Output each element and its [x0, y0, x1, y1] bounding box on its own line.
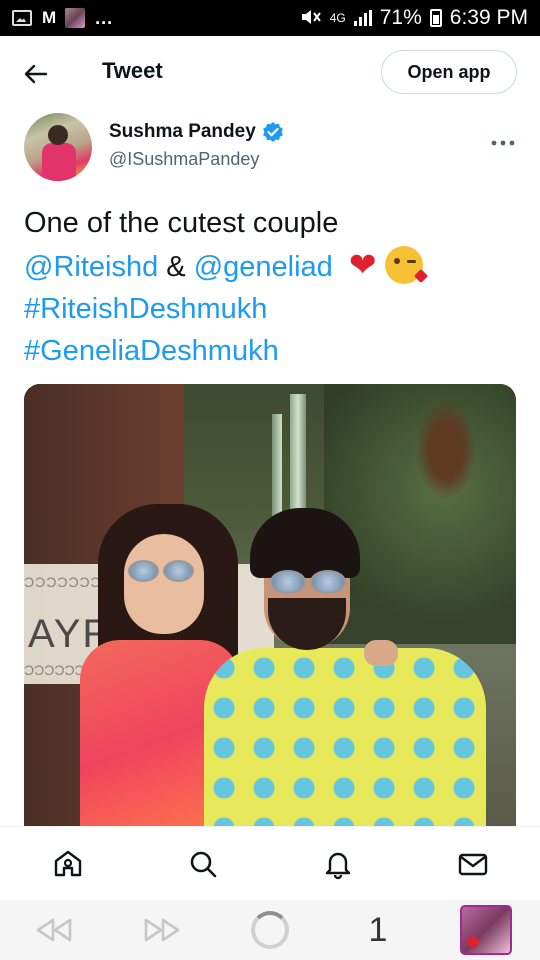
network-type-label: 4G — [329, 11, 346, 25]
tweet-media-photo[interactable]: ƆƆƆƆƆƆƆƆƆƆƆƆƆƆƆ AYR ƆƆƆƆƆƆƆƆƆƆƆƆƆƆƆ — [24, 384, 516, 826]
mention-link[interactable]: @Riteishd — [24, 251, 158, 283]
clock: 6:39 PM — [449, 6, 528, 29]
more-notifications-indicator: ... — [95, 7, 114, 28]
mute-icon — [300, 8, 322, 29]
back-button[interactable] — [22, 60, 50, 88]
nav-search-button[interactable] — [179, 840, 227, 888]
more-options-button[interactable] — [490, 127, 516, 153]
browser-reload-button[interactable] — [242, 905, 298, 955]
more-horizontal-icon — [491, 140, 515, 146]
kissing-face-emoji-icon — [384, 246, 428, 284]
tab-switcher-button[interactable] — [458, 905, 514, 955]
browser-forward-button[interactable] — [134, 905, 190, 955]
status-bar-right: 4G 71% 6:39 PM — [300, 6, 528, 30]
browser-back-button[interactable] — [26, 905, 82, 955]
tweet-text: One of the cutest couple @Riteishd & @ge… — [24, 202, 524, 372]
man-figure — [204, 648, 486, 826]
tab-thumbnail — [460, 905, 512, 955]
search-icon — [190, 851, 216, 878]
nav-home-button[interactable] — [44, 840, 92, 888]
loading-spinner-icon — [251, 911, 289, 949]
hashtag-link[interactable]: #RiteishDeshmukh — [24, 288, 524, 330]
battery-icon — [429, 9, 442, 27]
gallery-notification-icon — [12, 10, 32, 26]
fast-forward-icon — [144, 918, 180, 942]
open-app-button[interactable]: Open app — [381, 50, 517, 94]
status-bar-left: M ... — [12, 8, 113, 29]
bottom-navigation — [0, 826, 540, 901]
app-notification-icon: M — [42, 8, 56, 27]
lantern-decoration — [416, 400, 476, 500]
tweet-text-line: One of the cutest couple — [24, 207, 339, 239]
tab-count-button[interactable]: 1 — [350, 905, 406, 955]
notifications-icon — [325, 852, 350, 880]
ampersand: & — [166, 251, 186, 283]
battery-percent: 71% — [379, 6, 422, 29]
hashtag-link[interactable]: #GeneliaDeshmukh — [24, 330, 524, 372]
avatar[interactable] — [24, 113, 92, 181]
top-app-bar: Tweet Open app — [0, 36, 540, 110]
verified-badge-icon — [262, 122, 283, 142]
tab-count: 1 — [368, 910, 388, 949]
author-display-name: Sushma Pandey — [109, 121, 256, 142]
mention-link[interactable]: @geneliad — [194, 251, 333, 283]
image-notification-icon — [65, 8, 86, 28]
tweet-author: Sushma Pandey @ISushmaPandey — [0, 113, 540, 185]
sunglasses — [128, 560, 194, 582]
browser-toolbar: 1 — [0, 900, 540, 960]
red-heart-emoji-icon: ❤ — [348, 246, 377, 283]
signal-strength-icon — [353, 10, 372, 26]
nav-messages-button[interactable] — [449, 840, 497, 888]
nav-notifications-button[interactable] — [314, 840, 362, 888]
author-handle[interactable]: @ISushmaPandey — [109, 149, 259, 170]
messages-icon — [458, 853, 487, 876]
arrow-left-icon — [24, 64, 48, 84]
rewind-icon — [36, 918, 72, 942]
status-bar: M ... 4G 71% 6:39 PM — [0, 0, 540, 36]
author-name[interactable]: Sushma Pandey — [109, 121, 284, 143]
tweet-mentions-line: @Riteishd & @geneliad ❤ — [24, 244, 524, 288]
page-title: Tweet — [102, 58, 163, 83]
sunglasses — [270, 570, 346, 594]
home-icon — [54, 850, 81, 877]
